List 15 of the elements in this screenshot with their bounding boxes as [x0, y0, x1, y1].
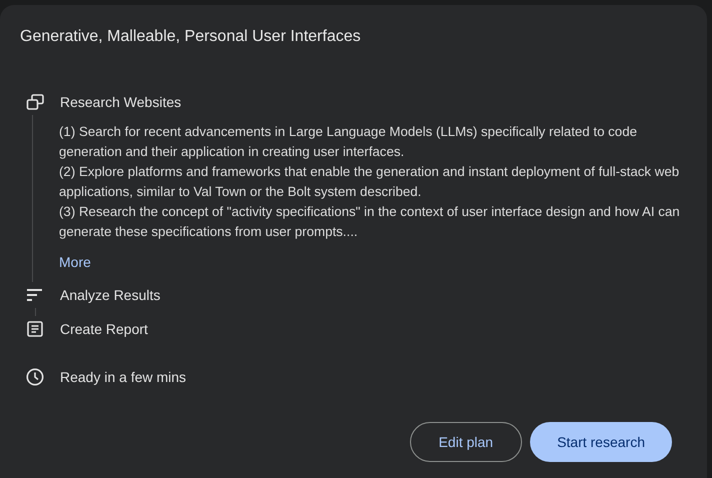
step-detail: (2) Explore platforms and frameworks that enable the generation and instant deployment of full-stack web applications, similar to Val Town or the Bolt system described.: [59, 163, 680, 201]
step-label: Analyze Results: [60, 286, 160, 305]
document-icon: [27, 321, 43, 337]
plan-title: Generative, Malleable, Personal User Interfaces: [20, 27, 362, 47]
clock-icon: [26, 368, 44, 386]
more-link[interactable]: More: [59, 252, 91, 273]
step-detail: (1) Search for recent advancements in Large Language Models (LLMs) specifically related to code generation and their application in creating user interfaces.: [59, 123, 638, 161]
windows-icon: [26, 93, 44, 111]
step-label: Create Report: [60, 320, 148, 339]
start-button[interactable]: Start research: [530, 422, 672, 462]
sort-icon: [27, 289, 43, 301]
step-label: Research Websites: [60, 92, 182, 112]
eta-text: Ready in a few mins: [60, 368, 186, 387]
step-detail: (3) Research the concept of "activity specifications" in the context of user interface design and how AI can generate these specifications from user prompts....: [59, 203, 681, 241]
edit-button[interactable]: Edit plan: [410, 422, 522, 462]
